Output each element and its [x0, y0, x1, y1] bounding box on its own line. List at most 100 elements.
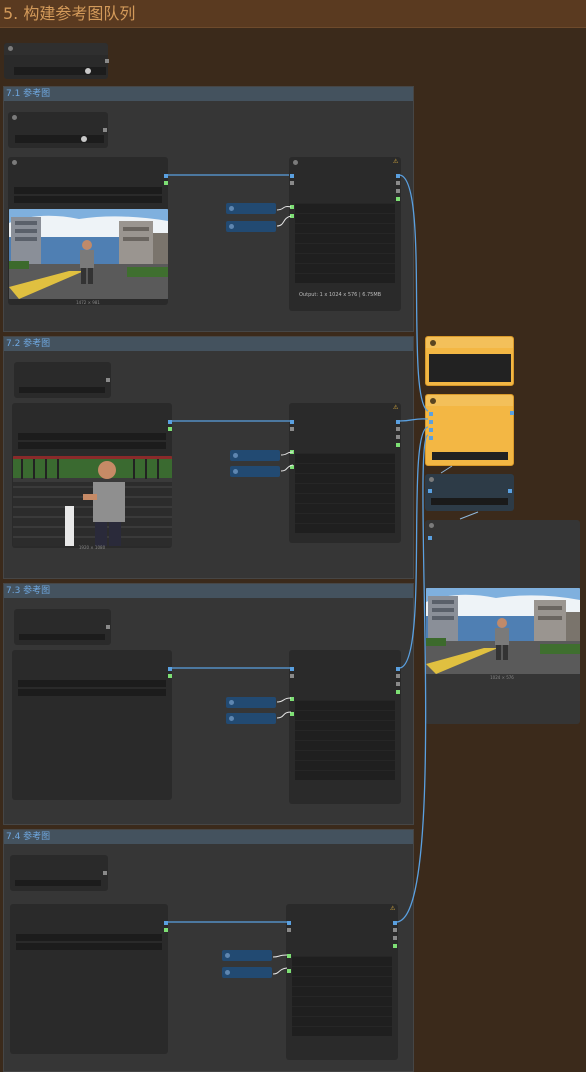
height-widget[interactable]: [295, 463, 395, 473]
mask-output-slot[interactable]: [393, 944, 397, 948]
orange-note-node[interactable]: [425, 336, 514, 386]
height-widget[interactable]: [295, 710, 395, 720]
node-header[interactable]: [426, 395, 513, 406]
node-dot-icon[interactable]: [229, 224, 234, 229]
upload-widget[interactable]: [16, 943, 162, 950]
output-slot[interactable]: [106, 378, 110, 382]
load-image-node[interactable]: 1920 × 1080: [12, 403, 172, 550]
node-dot-icon[interactable]: [12, 115, 17, 120]
mask-output-slot[interactable]: [396, 690, 400, 694]
node-dot-icon[interactable]: [225, 970, 230, 975]
load-image-node[interactable]: [12, 650, 172, 800]
height-output-slot[interactable]: [396, 189, 400, 193]
group-header[interactable]: 7.3 参考图: [4, 584, 413, 598]
image-input-slot[interactable]: [290, 667, 294, 671]
crop-widget[interactable]: [292, 1006, 392, 1016]
value-node-a[interactable]: [222, 950, 272, 961]
image-input-slot[interactable]: [287, 921, 291, 925]
image-output-slot[interactable]: [396, 667, 400, 671]
keep-proportion-widget[interactable]: [295, 730, 395, 740]
node-dot-icon[interactable]: [293, 160, 298, 165]
width-input-slot[interactable]: [290, 697, 294, 701]
slider-knob[interactable]: [81, 136, 87, 142]
node-dot-icon[interactable]: [12, 160, 17, 165]
node-dot-icon[interactable]: [429, 477, 434, 482]
crop-widget[interactable]: [295, 503, 395, 513]
device-widget[interactable]: [295, 523, 395, 533]
resize-image-node[interactable]: ⚠: [286, 904, 398, 1060]
image-output-slot[interactable]: [396, 174, 400, 178]
output-slot[interactable]: [106, 625, 110, 629]
node-dot-icon[interactable]: [229, 206, 234, 211]
slider-widget[interactable]: [15, 880, 101, 886]
device-widget[interactable]: [292, 1026, 392, 1036]
node-dot-icon[interactable]: [233, 469, 238, 474]
mask-output-slot[interactable]: [164, 181, 168, 185]
node-header[interactable]: [426, 337, 513, 348]
load-image-node[interactable]: [10, 904, 168, 1054]
node-dot-icon[interactable]: [8, 46, 13, 51]
height-output-slot[interactable]: [396, 682, 400, 686]
device-widget[interactable]: [295, 770, 395, 780]
mask-input-slot[interactable]: [287, 928, 291, 932]
divisible-by-widget[interactable]: [295, 243, 395, 253]
node-dot-icon[interactable]: [430, 398, 436, 404]
output-slot[interactable]: [103, 128, 107, 132]
width-output-slot[interactable]: [396, 181, 400, 185]
image-input-slot-4[interactable]: [429, 436, 433, 440]
crop-widget[interactable]: [295, 253, 395, 263]
switch-node[interactable]: [14, 362, 111, 398]
switch-node[interactable]: [14, 609, 111, 645]
height-input-slot[interactable]: [287, 969, 291, 973]
image-select-widget[interactable]: [14, 187, 162, 194]
keep-proportion-widget[interactable]: [295, 483, 395, 493]
mask-output-slot[interactable]: [164, 928, 168, 932]
width-widget[interactable]: [295, 700, 395, 710]
image-input-slot-1[interactable]: [429, 412, 433, 416]
image-output-slot[interactable]: [164, 174, 168, 178]
node-dot-icon[interactable]: [225, 953, 230, 958]
node-header[interactable]: [4, 43, 108, 55]
image-output-slot[interactable]: [164, 921, 168, 925]
group-header[interactable]: 7.2 参考图: [4, 337, 413, 351]
group-7-1[interactable]: 7.1 参考图 1472 × 981 ⚠ Output: 1 x 1024 x …: [3, 86, 414, 332]
width-output-slot[interactable]: [396, 674, 400, 678]
output-slot[interactable]: [103, 871, 107, 875]
width-widget[interactable]: [295, 203, 395, 213]
value-node-b[interactable]: [226, 713, 276, 724]
preview-image-node[interactable]: 1024 × 576: [425, 520, 580, 724]
image-select-widget[interactable]: [18, 433, 166, 440]
image-output-slot[interactable]: [393, 921, 397, 925]
pad-color-widget[interactable]: [292, 1016, 392, 1026]
group-header[interactable]: 7.4 参考图: [4, 830, 413, 844]
value-node-a[interactable]: [226, 697, 276, 708]
upscale-method-widget[interactable]: [295, 473, 395, 483]
upscale-method-widget[interactable]: [295, 223, 395, 233]
divisible-by-widget[interactable]: [295, 740, 395, 750]
pad-color-widget[interactable]: [295, 513, 395, 523]
image-input-slot[interactable]: [290, 174, 294, 178]
upscale-method-widget[interactable]: [295, 720, 395, 730]
image-select-widget[interactable]: [18, 680, 166, 687]
mask-output-slot[interactable]: [168, 674, 172, 678]
image-output-slot[interactable]: [168, 420, 172, 424]
mask-output-slot[interactable]: [396, 197, 400, 201]
height-output-slot[interactable]: [393, 936, 397, 940]
upload-widget[interactable]: [18, 442, 166, 449]
resize-image-node[interactable]: ⚠ Output: 1 x 1024 x 576 | 6.75MB: [289, 157, 401, 311]
group-header[interactable]: 7.1 参考图: [4, 87, 413, 101]
switch-node[interactable]: [10, 855, 108, 891]
node-dot-icon[interactable]: [233, 453, 238, 458]
width-input-slot[interactable]: [290, 205, 294, 209]
node-dot-icon[interactable]: [430, 340, 436, 346]
height-input-slot[interactable]: [290, 214, 294, 218]
image-input-slot-2[interactable]: [429, 420, 433, 424]
slider-widget[interactable]: [15, 135, 104, 143]
crop-widget[interactable]: [295, 750, 395, 760]
width-input-slot[interactable]: [290, 450, 294, 454]
width-widget[interactable]: [292, 956, 392, 966]
keep-proportion-widget[interactable]: [292, 986, 392, 996]
width-widget[interactable]: [295, 453, 395, 463]
height-input-slot[interactable]: [290, 712, 294, 716]
slider-widget[interactable]: [14, 67, 106, 75]
